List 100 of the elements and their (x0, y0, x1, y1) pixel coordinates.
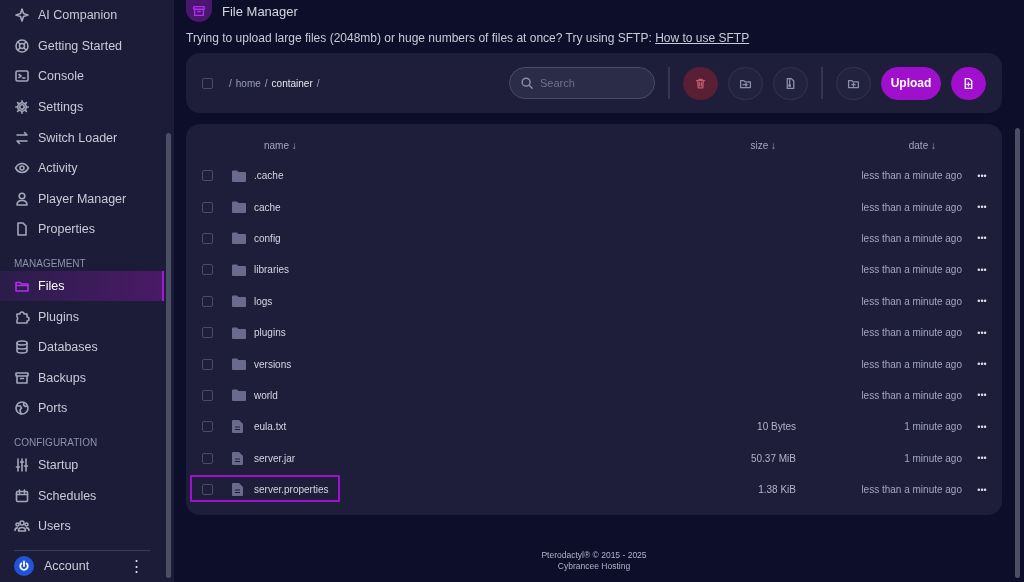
sidebar-item[interactable]: Plugins (0, 301, 164, 332)
section-heading: CONFIGURATION (13, 435, 99, 448)
folder-icon (232, 326, 246, 339)
file-icon (232, 420, 243, 434)
file-name[interactable]: server.properties (254, 484, 329, 496)
sidebar-item[interactable]: Player Manager (0, 183, 164, 215)
modified-date: less than a minute ago (861, 389, 962, 401)
folder-icon (232, 201, 246, 214)
sidebar-item[interactable]: Backups (0, 362, 164, 394)
date-column-header[interactable]: date ↓ (796, 139, 962, 151)
file-name[interactable]: cache (254, 201, 281, 213)
modified-date: less than a minute ago (861, 484, 962, 496)
folder-icon (232, 232, 246, 245)
file-name[interactable]: logs (254, 295, 273, 307)
row-menu-button[interactable]: ••• (977, 233, 987, 244)
sidebar-item[interactable]: Users (0, 510, 164, 542)
calendar-icon (14, 487, 30, 504)
scrollbar[interactable] (166, 133, 171, 578)
archive-button[interactable] (773, 66, 808, 100)
row-menu-button[interactable]: ••• (977, 170, 987, 181)
settings-icon (14, 99, 30, 116)
modified-date: less than a minute ago (861, 201, 962, 213)
database-icon (14, 339, 30, 356)
modified-date: 1 minute ago (904, 452, 962, 464)
row-menu-button[interactable]: ••• (977, 264, 987, 275)
folder-icon (232, 389, 246, 402)
terminal-icon (14, 68, 30, 85)
file-name[interactable]: world (254, 389, 278, 401)
row-menu-button[interactable]: ••• (977, 296, 987, 307)
upload-button[interactable]: Upload (881, 66, 941, 100)
row-checkbox[interactable] (202, 421, 213, 433)
delete-button[interactable] (683, 66, 718, 100)
file-name[interactable]: .cache (254, 170, 284, 182)
file-name[interactable]: config (254, 232, 281, 244)
row-checkbox[interactable] (202, 264, 213, 276)
account-label[interactable]: Account (44, 559, 90, 574)
sparkle-icon (14, 7, 30, 24)
move-button[interactable] (728, 66, 763, 100)
size-column-header[interactable]: size ↓ (646, 139, 796, 151)
sidebar-item[interactable]: Databases (0, 331, 164, 363)
row-checkbox[interactable] (202, 327, 213, 339)
name-column-header[interactable]: name ↓ (254, 139, 646, 151)
row-menu-button[interactable]: ••• (977, 327, 987, 338)
search-field[interactable]: Search (509, 67, 655, 99)
row-checkbox[interactable] (202, 484, 213, 496)
path-separator: / (264, 77, 268, 89)
row-checkbox[interactable] (202, 201, 213, 213)
sidebar-item[interactable]: Settings (0, 91, 164, 123)
row-menu-button[interactable]: ••• (977, 202, 987, 213)
file-name[interactable]: plugins (254, 327, 286, 339)
sidebar-item[interactable]: AI Companion (0, 0, 164, 31)
scrollbar[interactable] (1015, 128, 1020, 578)
row-menu-button[interactable]: ••• (977, 390, 987, 401)
file-name[interactable]: libraries (254, 264, 289, 276)
sftp-help-link[interactable]: How to use SFTP (655, 31, 750, 45)
path-separator: / (229, 77, 232, 89)
row-checkbox[interactable] (202, 389, 213, 401)
new-folder-button[interactable] (836, 66, 871, 100)
folder-icon (232, 263, 246, 276)
sidebar-item[interactable]: Activity (0, 152, 164, 184)
puzzle-icon (14, 308, 30, 325)
row-checkbox[interactable] (202, 170, 213, 182)
page-title: File Manager (222, 3, 298, 19)
sidebar-item[interactable]: Files (0, 270, 164, 302)
sidebar-item[interactable]: Switch Loader (0, 122, 164, 153)
sidebar-item[interactable]: Getting Started (0, 30, 164, 62)
more-menu-button[interactable]: ⋮ (129, 557, 144, 576)
row-menu-button[interactable]: ••• (977, 359, 987, 370)
sidebar-item[interactable]: Ports (0, 393, 164, 424)
row-checkbox[interactable] (202, 358, 213, 370)
sftp-notice: Trying to upload large files (2048mb) or huge numbers of files at once? Try using SFTP: How to use SFTP (186, 31, 750, 45)
file-name[interactable]: versions (254, 358, 292, 370)
hosting-name: Cybrancee Hosting (557, 561, 631, 571)
modified-date: 1 minute ago (904, 421, 962, 433)
power-avatar-icon[interactable] (14, 556, 34, 577)
breadcrumb-segment[interactable]: container (271, 77, 313, 89)
row-checkbox[interactable] (202, 232, 213, 244)
file-size: 50.37 MiB (750, 452, 796, 464)
file-name[interactable]: server.jar (254, 452, 296, 464)
row-menu-button[interactable]: ••• (977, 421, 987, 432)
modified-date: less than a minute ago (861, 232, 962, 244)
row-checkbox[interactable] (202, 452, 213, 464)
file-name[interactable]: eula.txt (254, 421, 287, 433)
sidebar-item[interactable]: Properties (0, 214, 164, 245)
modified-date: less than a minute ago (861, 327, 962, 339)
sidebar-item[interactable]: Schedules (0, 480, 164, 511)
sidebar-item[interactable]: Startup (0, 449, 164, 481)
modified-date: less than a minute ago (861, 170, 962, 182)
file-icon (232, 483, 243, 497)
row-checkbox[interactable] (202, 295, 213, 307)
file-size: 1.38 KiB (758, 484, 796, 496)
users-icon (14, 518, 30, 535)
row-menu-button[interactable]: ••• (977, 484, 987, 495)
breadcrumb-segment[interactable]: home (235, 77, 261, 89)
row-menu-button[interactable]: ••• (977, 453, 987, 464)
select-all-checkbox[interactable] (202, 77, 213, 89)
path-separator: / (316, 77, 320, 89)
sidebar-item[interactable]: Console (0, 61, 164, 92)
section-heading: MANAGEMENT (13, 256, 87, 269)
new-file-button[interactable] (951, 66, 986, 100)
